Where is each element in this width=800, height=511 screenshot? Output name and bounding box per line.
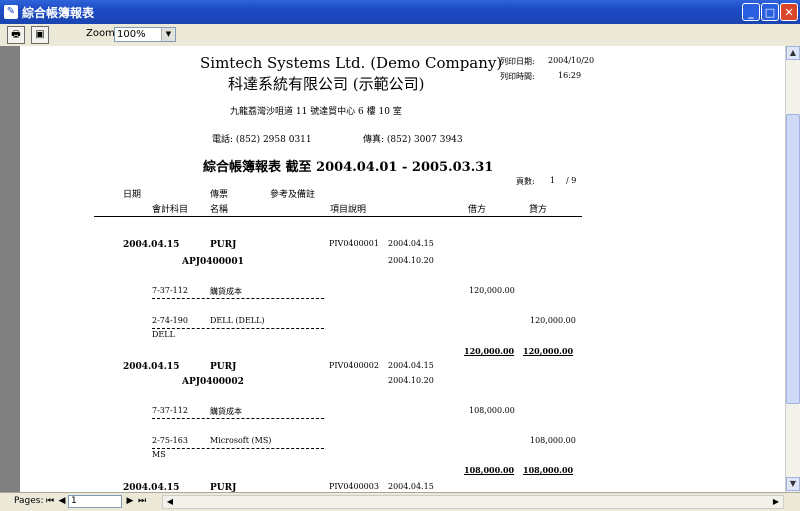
line-divider: [152, 448, 324, 449]
next-page-icon[interactable]: ▶: [124, 495, 136, 508]
report-page: Simtech Systems Ltd. (Demo Company) 科達系統…: [20, 46, 785, 492]
report-viewport: Simtech Systems Ltd. (Demo Company) 科達系統…: [0, 46, 785, 492]
col-name-header: 名稱: [210, 205, 229, 215]
company-fax: 傳真: (852) 3007 3943: [363, 135, 463, 145]
vertical-scrollbar[interactable]: ▲ ▼: [785, 46, 800, 492]
line-account-name: Microsoft (MS): [210, 436, 272, 445]
col-ref-header: 參考及備註: [270, 190, 316, 200]
close-button[interactable]: ✕: [780, 3, 798, 21]
col-debit-header: 借方: [468, 205, 487, 215]
print-time: 16:29: [558, 71, 582, 80]
page-navigation-bar: Pages: ⏮ ◀ 1 ▶ ⏭ ◀ ▶: [0, 492, 800, 511]
report-title: 綜合帳簿報表 截至 2004.04.01 - 2005.03.31: [203, 160, 494, 175]
line-account-code: 2-75-163: [152, 436, 188, 445]
entry-type: PURJ: [210, 483, 237, 492]
entry-ref: PIV0400003: [329, 482, 379, 491]
entry-date: 2004.04.15: [123, 240, 180, 250]
total-credit: 120,000.00: [523, 346, 574, 356]
scroll-up-icon[interactable]: ▲: [786, 46, 800, 60]
scroll-down-icon[interactable]: ▼: [786, 477, 800, 491]
col-account-header: 會計科目: [152, 205, 189, 215]
page-current: 1: [550, 176, 556, 185]
line-account-name: DELL (DELL): [210, 316, 265, 325]
entry-ref-date: 2004.04.15: [388, 239, 434, 248]
line-account-code: 7-37-112: [152, 286, 188, 295]
print-time-label: 列印時間:: [500, 72, 535, 81]
col-desc-header: 項目說明: [330, 205, 367, 215]
total-debit: 120,000.00: [464, 346, 515, 356]
col-date-header: 日期: [123, 190, 142, 200]
entry-ref-date2: 2004.10.20: [388, 376, 434, 385]
zoom-label: Zoom: [86, 28, 115, 39]
entry-type: PURJ: [210, 362, 237, 372]
print-date: 2004/10/20: [548, 56, 595, 65]
horizontal-scrollbar[interactable]: ◀ ▶: [162, 495, 784, 509]
entry-ref-date: 2004.04.15: [388, 482, 434, 491]
window-title: 綜合帳簿報表: [22, 6, 95, 20]
page-number-input[interactable]: 1: [68, 495, 122, 508]
entry-date: 2004.04.15: [123, 362, 180, 372]
company-phone: 電話: (852) 2958 0311: [212, 135, 312, 145]
line-divider: [152, 418, 324, 419]
zoom-select[interactable]: 100% ▼: [114, 27, 176, 42]
page-label: 頁數:: [516, 177, 535, 186]
line-credit: 108,000.00: [530, 436, 576, 445]
scroll-right-icon[interactable]: ▶: [769, 496, 783, 508]
minimize-button[interactable]: _: [742, 3, 760, 21]
print-date-label: 列印日期:: [500, 57, 535, 66]
line-credit: 120,000.00: [530, 316, 576, 325]
entry-date: 2004.04.15: [123, 483, 180, 492]
line-account-code: 2-74-190: [152, 316, 188, 325]
line-divider: [152, 298, 324, 299]
company-name-zh: 科達系統有限公司 (示範公司): [228, 75, 425, 93]
entry-voucher: APJ0400002: [182, 377, 244, 387]
maximize-button[interactable]: □: [761, 3, 779, 21]
line-note: DELL: [152, 330, 175, 339]
col-voucher-header: 傳票: [210, 190, 229, 200]
pages-label: Pages:: [14, 496, 44, 506]
company-name-en: Simtech Systems Ltd. (Demo Company): [200, 54, 503, 72]
entry-ref-date: 2004.04.15: [388, 361, 434, 370]
col-credit-header: 貸方: [529, 205, 548, 215]
last-page-icon[interactable]: ⏭: [136, 495, 148, 508]
chevron-down-icon[interactable]: ▼: [161, 28, 175, 41]
line-divider: [152, 328, 324, 329]
print-button[interactable]: 🖶: [7, 26, 25, 44]
entry-ref: PIV0400002: [329, 361, 379, 370]
line-debit: 120,000.00: [469, 286, 515, 295]
line-debit: 108,000.00: [469, 406, 515, 415]
toolbar: 🖶 ▣ Zoom 100% ▼: [0, 24, 800, 47]
entry-type: PURJ: [210, 240, 237, 250]
prev-page-icon[interactable]: ◀: [56, 495, 68, 508]
scroll-thumb[interactable]: [786, 114, 800, 404]
export-button[interactable]: ▣: [31, 26, 49, 44]
line-note: MS: [152, 450, 166, 459]
entry-ref: PIV0400001: [329, 239, 379, 248]
total-debit: 108,000.00: [464, 465, 515, 475]
entry-ref-date2: 2004.10.20: [388, 256, 434, 265]
title-bar: ✎ 綜合帳簿報表 _ □ ✕: [0, 0, 800, 24]
scroll-left-icon[interactable]: ◀: [163, 496, 177, 508]
first-page-icon[interactable]: ⏮: [44, 495, 56, 508]
page-total: / 9: [566, 176, 577, 185]
line-account-name: 購貨成本: [210, 407, 242, 416]
company-address: 九龍荔灣沙咀道 11 號達貿中心 6 樓 10 室: [230, 107, 402, 117]
report-icon: ✎: [4, 5, 18, 19]
total-credit: 108,000.00: [523, 465, 574, 475]
line-account-name: 購貨成本: [210, 287, 242, 296]
line-account-code: 7-37-112: [152, 406, 188, 415]
header-divider: [94, 216, 582, 217]
entry-voucher: APJ0400001: [182, 257, 244, 267]
